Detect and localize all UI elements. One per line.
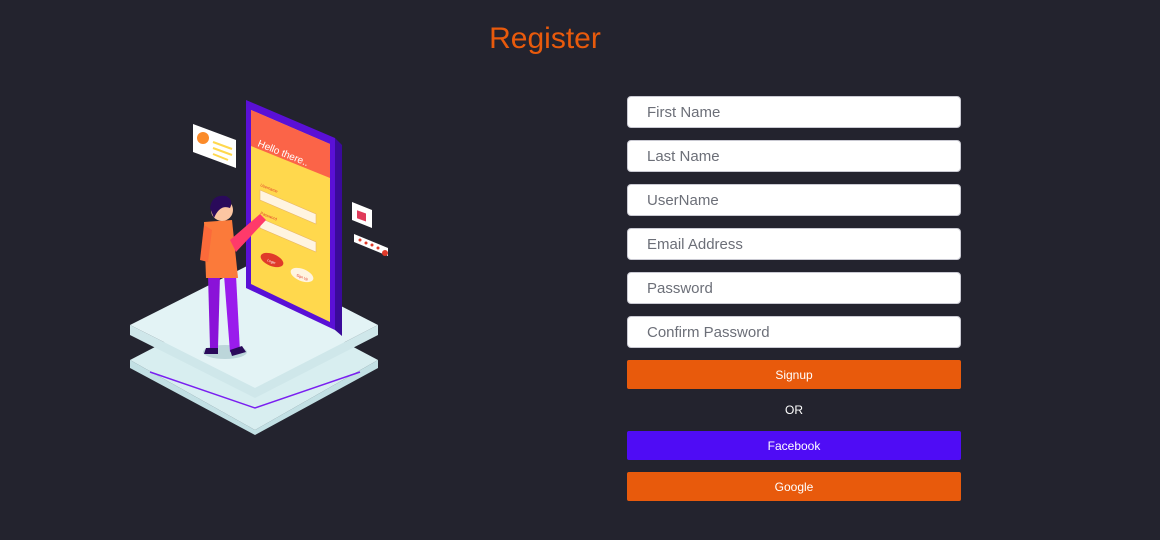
username-input[interactable] — [627, 184, 961, 216]
email-input[interactable] — [627, 228, 961, 260]
last-name-input[interactable] — [627, 140, 961, 172]
password-dots-icon — [354, 234, 388, 256]
phone-side — [335, 138, 342, 336]
signup-illustration: Hello there.. Username Password Login Si… — [130, 100, 388, 435]
register-form: Signup OR Facebook Google — [627, 96, 961, 501]
facebook-button[interactable]: Facebook — [627, 431, 961, 460]
page-title: Register — [489, 22, 601, 55]
lock-icon — [352, 202, 372, 228]
confirm-password-input[interactable] — [627, 316, 961, 348]
signup-button[interactable]: Signup — [627, 360, 961, 389]
register-page: Register Hello there.. Username Password… — [0, 0, 1160, 540]
google-button[interactable]: Google — [627, 472, 961, 501]
first-name-input[interactable] — [627, 96, 961, 128]
or-divider: OR — [785, 403, 803, 417]
password-input[interactable] — [627, 272, 961, 304]
profile-card-icon — [193, 124, 236, 168]
